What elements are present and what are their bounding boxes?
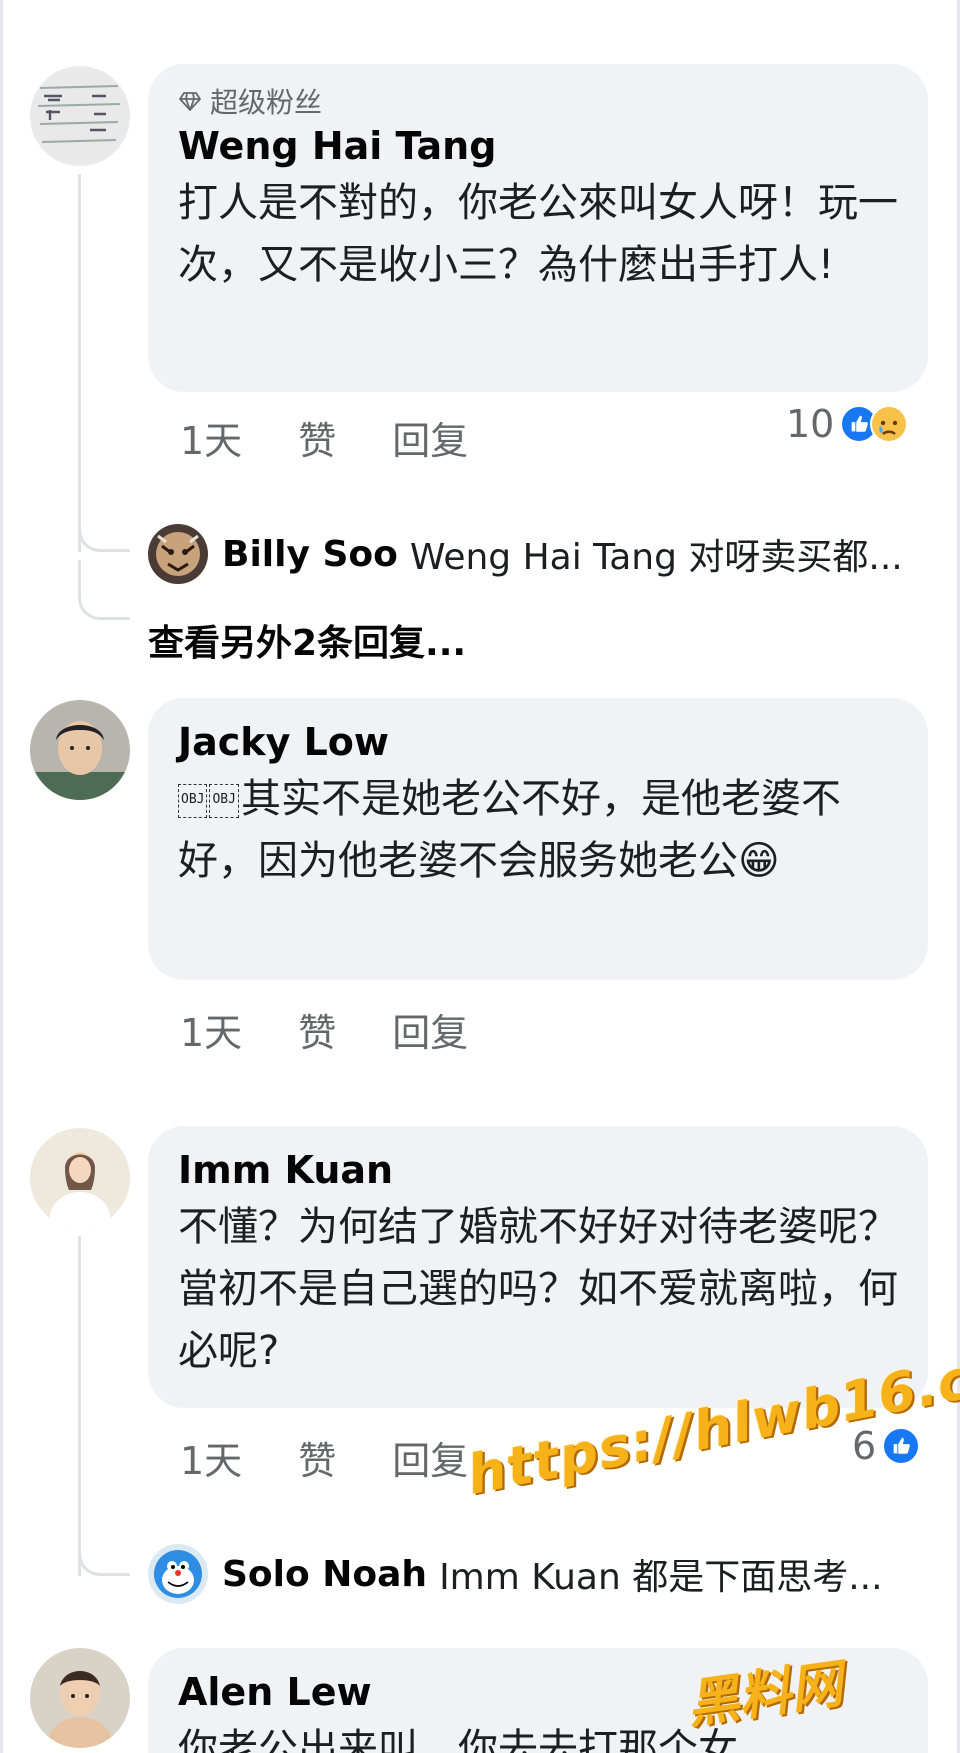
comment-time[interactable]: 1天: [180, 1002, 242, 1057]
thread-connector: [78, 560, 130, 620]
reaction-count: 10: [786, 402, 835, 446]
reply-button[interactable]: 回复: [392, 1002, 468, 1057]
avatar-jacky-low[interactable]: [30, 700, 130, 800]
comment-author[interactable]: Weng Hai Tang: [178, 120, 898, 172]
avatar-imm-kuan[interactable]: [30, 1128, 130, 1228]
reply-preview[interactable]: Billy Soo Weng Hai Tang 对呀卖买都...: [148, 524, 903, 584]
comment-text-body: 其实不是她老公不好，是他老婆不好，因为他老婆不会服务她老公😁: [178, 776, 841, 884]
placeholder-glyph: OBJ: [209, 784, 239, 818]
comment-bubble: 超级粉丝 Weng Hai Tang 打人是不對的，你老公來叫女人呀！玩一次，又…: [148, 64, 928, 392]
comment-actions: 1天 赞 回复: [180, 410, 524, 465]
reply-button[interactable]: 回复: [392, 410, 468, 465]
comment-bubble: Jacky Low OBJ OBJ 其实不是她老公不好，是他老婆不好，因为他老婆不会…: [148, 698, 928, 980]
like-button[interactable]: 赞: [298, 410, 336, 465]
top-fan-badge: 超级粉丝: [178, 82, 898, 120]
reaction-summary[interactable]: 10: [786, 402, 909, 446]
comment-actions: 1天 赞 回复: [180, 1002, 524, 1057]
comment-text: 不懂？为何结了婚就不好好对待老婆呢？當初不是自己選的吗？如不爱就离啦，何必呢?: [178, 1204, 898, 1374]
sad-icon: [870, 405, 909, 443]
placeholder-glyph: OBJ: [178, 784, 208, 818]
avatar-billy-soo[interactable]: [148, 524, 208, 584]
screen-border-left: [0, 0, 3, 1753]
thread-connector: [78, 1506, 130, 1576]
like-button[interactable]: 赞: [298, 1430, 336, 1485]
comment-author[interactable]: Imm Kuan: [178, 1144, 898, 1196]
avatar-weng-hai-tang[interactable]: [30, 66, 130, 166]
reply-author[interactable]: Solo Noah: [222, 1554, 427, 1595]
comment-text: 打人是不對的，你老公來叫女人呀！玩一次，又不是收小三？為什麼出手打人!: [178, 180, 898, 288]
comment-time[interactable]: 1天: [180, 410, 242, 465]
diamond-icon: [179, 92, 201, 111]
like-button[interactable]: 赞: [298, 1002, 336, 1057]
comment-text: OBJ OBJ 其实不是她老公不好，是他老婆不好，因为他老婆不会服务她老公😁: [178, 768, 898, 892]
reply-preview[interactable]: Solo Noah Imm Kuan 都是下面思考...: [148, 1544, 883, 1604]
comment-author[interactable]: Jacky Low: [178, 716, 898, 768]
reply-author[interactable]: Billy Soo: [222, 534, 398, 575]
badge-label: 超级粉丝: [210, 86, 323, 119]
comment-time[interactable]: 1天: [180, 1430, 242, 1485]
avatar-alen-lew[interactable]: [30, 1648, 130, 1748]
reply-text: Imm Kuan 都是下面思考...: [439, 1557, 883, 1598]
reply-button[interactable]: 回复: [392, 1430, 468, 1485]
avatar-solo-noah[interactable]: [148, 1544, 208, 1604]
view-more-replies-link[interactable]: 查看另外2条回复...: [148, 614, 466, 666]
thread-connector: [78, 480, 130, 552]
like-icon: [882, 1427, 921, 1465]
reply-text: Weng Hai Tang 对呀卖买都...: [409, 537, 903, 578]
comment-bubble: Imm Kuan 不懂？为何结了婚就不好好对待老婆呢？當初不是自己選的吗？如不爱…: [148, 1126, 928, 1408]
